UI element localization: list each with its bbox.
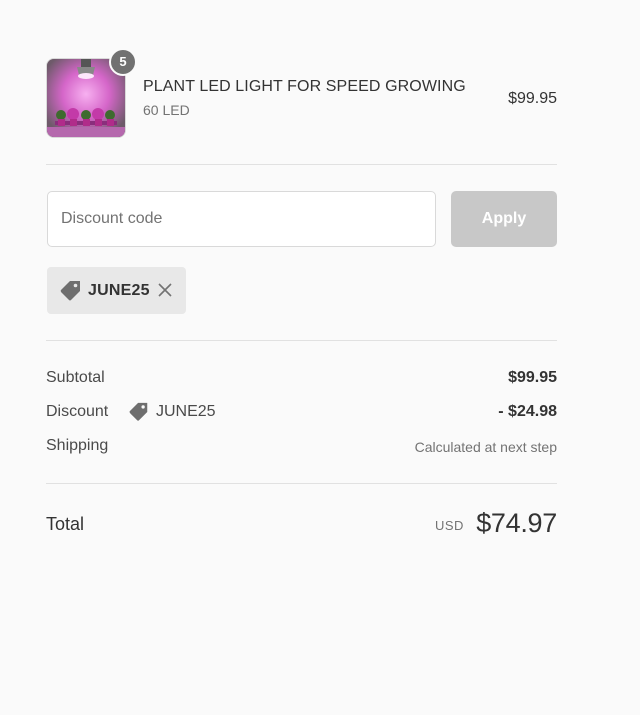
total-label: Total xyxy=(46,514,85,534)
divider xyxy=(46,340,557,341)
product-name: PLANT LED LIGHT FOR SPEED GROWING xyxy=(143,78,466,95)
total-amount: $74.97 xyxy=(476,508,557,538)
discount-code-input[interactable] xyxy=(47,191,436,247)
tag-icon xyxy=(128,401,150,428)
divider xyxy=(46,164,557,165)
subtotal-row: Subtotal $99.95 xyxy=(46,369,557,391)
applied-discount-code: JUNE25 xyxy=(88,282,150,299)
tag-icon xyxy=(59,279,83,308)
subtotal-label: Subtotal xyxy=(46,369,105,386)
shipping-row: Shipping Calculated at next step xyxy=(46,437,557,459)
apply-button[interactable]: Apply xyxy=(451,191,557,247)
discount-value: - $24.98 xyxy=(498,403,557,420)
remove-discount-icon[interactable] xyxy=(157,282,173,298)
discount-label: Discount xyxy=(46,403,109,420)
discount-row: Discount JUNE25 - $24.98 xyxy=(46,401,557,428)
applied-discount-tag: JUNE25 xyxy=(47,267,186,314)
quantity-badge: 5 xyxy=(109,48,137,76)
discount-code: JUNE25 xyxy=(156,403,216,420)
total-currency: USD xyxy=(435,518,464,533)
subtotal-value: $99.95 xyxy=(508,369,557,386)
divider xyxy=(46,483,557,484)
product-variant: 60 LED xyxy=(143,102,190,118)
shipping-value: Calculated at next step xyxy=(414,439,557,455)
shipping-label: Shipping xyxy=(46,437,109,454)
product-price: $99.95 xyxy=(508,90,557,107)
line-item: 5 PLANT LED LIGHT FOR SPEED GROWING 60 L… xyxy=(46,48,557,138)
